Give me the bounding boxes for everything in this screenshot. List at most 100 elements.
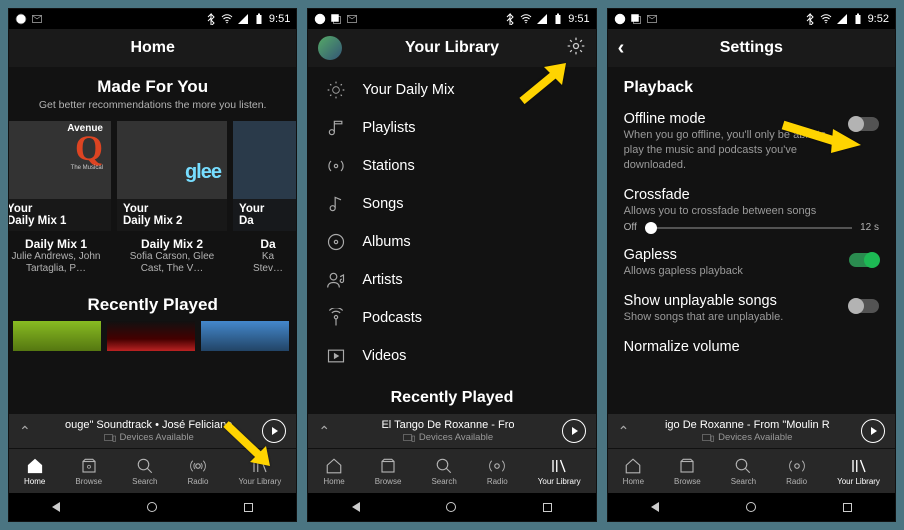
lib-podcasts[interactable]: Podcasts [308,299,595,337]
crossfade-slider[interactable] [645,227,852,229]
battery-icon [552,13,564,25]
card-ribbon: YourDaily Mix 1 [9,203,105,227]
nav-recent[interactable] [244,503,253,512]
nav-home[interactable] [446,502,456,512]
android-nav [308,493,595,521]
page-title: Settings [720,39,783,57]
settings-button[interactable] [566,36,586,61]
status-time: 9:51 [269,13,290,25]
np-devices[interactable]: Devices Available [334,432,561,443]
section-playback: Playback [624,79,879,97]
phone-screen-home: 9:51 Home Made For You Get better recomm… [8,8,297,522]
tab-browse[interactable]: Browse [75,457,102,486]
status-time: 9:51 [568,13,589,25]
tab-radio[interactable]: Radio [188,457,209,486]
app-icon [614,13,626,25]
wifi-icon [820,13,832,25]
daily-mix-row[interactable]: AvenueQThe Musical YourDaily Mix 1 Daily… [9,121,296,275]
tab-library[interactable]: Your Library [837,457,880,486]
np-devices[interactable]: Devices Available [35,432,262,443]
battery-icon [253,13,265,25]
tab-search[interactable]: Search [731,457,756,486]
chevron-up-icon[interactable]: ⌃ [318,423,334,440]
back-button[interactable]: ‹ [618,37,625,60]
lib-stations[interactable]: Stations [308,147,595,185]
tab-library[interactable]: Your Library [538,457,581,486]
signal-icon [536,13,548,25]
setting-gapless[interactable]: Gapless Allows gapless playback [624,247,879,279]
podcasts-icon [326,308,346,328]
card-name: Daily Mix 1 [9,237,111,251]
tab-home[interactable]: Home [24,457,45,486]
chevron-up-icon[interactable]: ⌃ [19,423,35,440]
np-devices[interactable]: Devices Available [634,432,861,443]
outlook-icon [31,13,43,25]
battery-icon [852,13,864,25]
tab-browse[interactable]: Browse [375,457,402,486]
lib-playlists[interactable]: Playlists [308,109,595,147]
wifi-icon [520,13,532,25]
tab-radio[interactable]: Radio [786,457,807,486]
bluetooth-icon [205,13,217,25]
avatar[interactable] [318,36,342,60]
nav-back[interactable] [52,502,60,512]
setting-offline[interactable]: Offline mode When you go offline, you'll… [624,111,879,173]
recently-played-row[interactable] [9,321,296,351]
nav-back[interactable] [651,502,659,512]
card-sub: Sofia Carson, Glee Cast, The V… [117,251,227,275]
sun-icon [326,80,346,100]
albums-icon [326,232,346,252]
daily-mix-card[interactable]: YourDa Da KaStev… [233,121,296,275]
status-time: 9:52 [868,13,889,25]
offline-toggle[interactable] [849,117,879,131]
lib-artists[interactable]: Artists [308,261,595,299]
np-track: igo De Roxanne - From "Moulin R [634,419,861,431]
devices-icon [104,433,116,443]
tab-bar: Home Browse Search Radio Your Library [9,449,296,493]
app-icon [314,13,326,25]
tab-radio[interactable]: Radio [487,457,508,486]
stations-icon [326,156,346,176]
lib-albums[interactable]: Albums [308,223,595,261]
play-button[interactable] [861,419,885,443]
setting-crossfade: Crossfade Allows you to crossfade betwee… [624,187,879,234]
setting-normalize[interactable]: Normalize volume [624,339,879,355]
now-playing-bar[interactable]: ⌃ El Tango De Roxanne - Fro Devices Avai… [308,414,595,449]
outlook-icon [646,13,658,25]
lib-videos[interactable]: Videos [308,337,595,375]
daily-mix-card[interactable]: glee YourDaily Mix 2 Daily Mix 2 Sofia C… [117,121,227,275]
songs-icon [326,194,346,214]
home-content[interactable]: Made For You Get better recommendations … [9,67,296,414]
play-button[interactable] [562,419,586,443]
settings-content[interactable]: Playback Offline mode When you go offlin… [608,67,895,414]
tab-search[interactable]: Search [132,457,157,486]
library-content[interactable]: Your Daily Mix Playlists Stations Songs … [308,67,595,414]
app-icon [15,13,27,25]
tab-home[interactable]: Home [623,457,644,486]
nav-back[interactable] [352,502,360,512]
section-made-for-you: Made For You [9,67,296,97]
gapless-toggle[interactable] [849,253,879,267]
setting-unplayable[interactable]: Show unplayable songs Show songs that ar… [624,293,879,325]
now-playing-bar[interactable]: ⌃ ouge" Soundtrack • José Feliciano Devi… [9,414,296,449]
screenshot-icon [330,13,342,25]
tab-home[interactable]: Home [323,457,344,486]
section-recently-played: Recently Played [308,389,595,407]
nav-recent[interactable] [543,503,552,512]
tab-browse[interactable]: Browse [674,457,701,486]
tab-search[interactable]: Search [431,457,456,486]
nav-recent[interactable] [843,503,852,512]
nav-home[interactable] [147,502,157,512]
lib-songs[interactable]: Songs [308,185,595,223]
tab-library[interactable]: Your Library [238,457,281,486]
play-button[interactable] [262,419,286,443]
now-playing-bar[interactable]: ⌃ igo De Roxanne - From "Moulin R Device… [608,414,895,449]
chevron-up-icon[interactable]: ⌃ [618,423,634,440]
unplayable-toggle[interactable] [849,299,879,313]
nav-home[interactable] [746,502,756,512]
lib-daily-mix[interactable]: Your Daily Mix [308,71,595,109]
artists-icon [326,270,346,290]
devices-icon [702,433,714,443]
card-ribbon: YourDaily Mix 2 [123,203,221,227]
daily-mix-card[interactable]: AvenueQThe Musical YourDaily Mix 1 Daily… [9,121,111,275]
